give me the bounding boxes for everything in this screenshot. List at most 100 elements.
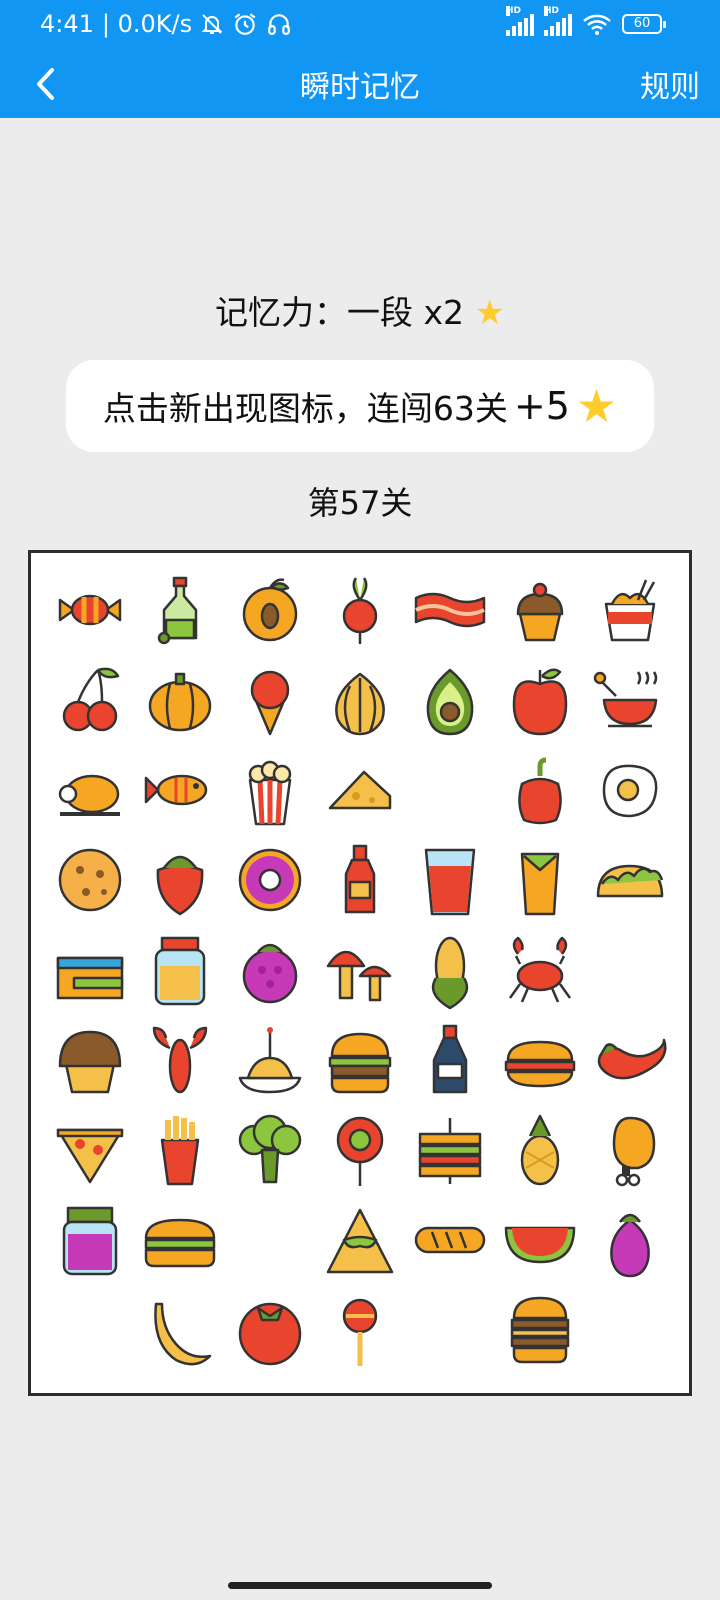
grid-cell-soy-sauce[interactable] <box>405 1015 495 1105</box>
grid-cell-cake-slice[interactable] <box>45 925 135 1015</box>
memory-label: 记忆力：一段 x2 <box>215 293 465 332</box>
grid-cell-chili-pepper[interactable] <box>585 1015 675 1105</box>
star-icon: ★ <box>474 293 505 333</box>
soy-sauce-icon <box>432 1024 468 1094</box>
cookie-icon <box>58 848 122 912</box>
pizza-slice-icon <box>56 1128 124 1184</box>
apricot-icon <box>242 578 298 642</box>
grid-cell-raspberry[interactable] <box>225 925 315 1015</box>
alarm-icon <box>234 13 256 35</box>
grid-cell-muffin[interactable] <box>45 1015 135 1105</box>
grid-cell-pizza-slice[interactable] <box>45 1105 135 1195</box>
fish-icon <box>144 774 208 806</box>
apple-icon <box>512 668 568 736</box>
grid-cell-strawberry[interactable] <box>135 835 225 925</box>
status-bar: 4:41 | 0.0K/s HD HD 60 <box>0 0 720 50</box>
memory-level: 记忆力：一段 x2 ★ <box>0 286 720 334</box>
candy-icon <box>58 594 122 626</box>
grid-cell-taco[interactable] <box>585 835 675 925</box>
grid-cell-apricot[interactable] <box>225 565 315 655</box>
tip-text: 点击新出现图标，连闯63关 <box>102 389 508 428</box>
grid-cell-noodles[interactable] <box>585 565 675 655</box>
grid-cell-empty[interactable] <box>585 1285 675 1375</box>
grid-cell-double-burger[interactable] <box>495 1285 585 1375</box>
grid-cell-empty[interactable] <box>225 1195 315 1285</box>
grid-cell-empty[interactable] <box>45 1285 135 1375</box>
lobster-icon <box>152 1026 208 1094</box>
tomato-icon <box>238 1302 302 1366</box>
avocado-icon <box>426 668 474 736</box>
grid-cell-nacho[interactable] <box>315 1195 405 1285</box>
grid-cell-watermelon[interactable] <box>495 1195 585 1285</box>
grid-cell-tomato[interactable] <box>225 1285 315 1375</box>
grid-cell-oil-bottle[interactable] <box>135 565 225 655</box>
french-fries-icon <box>160 1116 200 1186</box>
signal-icon: HD <box>506 6 534 36</box>
grid-cell-mushrooms[interactable] <box>315 925 405 1015</box>
grid-cell-avocado[interactable] <box>405 655 495 745</box>
grid-cell-radish[interactable] <box>315 565 405 655</box>
grid-cell-empty[interactable] <box>405 1285 495 1375</box>
grid-cell-candy[interactable] <box>45 565 135 655</box>
grid-cell-roast-chicken[interactable] <box>45 745 135 835</box>
grid-cell-baguette[interactable] <box>405 1195 495 1285</box>
grid-cell-spaghetti[interactable] <box>225 1015 315 1105</box>
grid-cell-hot-dog[interactable] <box>495 1015 585 1105</box>
status-right: HD HD 60 <box>506 6 666 36</box>
bell-pepper-icon <box>518 757 562 825</box>
grid-cell-cupcake[interactable] <box>495 565 585 655</box>
grid-cell-chicken-leg[interactable] <box>585 1105 675 1195</box>
grid-cell-jam-jar[interactable] <box>45 1195 135 1285</box>
taco-icon <box>596 864 664 898</box>
grid-cell-pumpkin[interactable] <box>135 655 225 745</box>
grid-cell-cheese[interactable] <box>315 745 405 835</box>
grid-cell-empty[interactable] <box>585 925 675 1015</box>
grid-cell-corn[interactable] <box>405 925 495 1015</box>
rules-button[interactable]: 规则 <box>640 62 700 106</box>
grid-cell-round-lollipop[interactable] <box>315 1285 405 1375</box>
corn-icon <box>431 936 469 1010</box>
grid-cell-empty[interactable] <box>405 745 495 835</box>
grid-cell-broccoli[interactable] <box>225 1105 315 1195</box>
roast-chicken-icon <box>58 774 120 816</box>
grid-cell-lollipop[interactable] <box>315 1105 405 1195</box>
grid-cell-french-fries[interactable] <box>135 1105 225 1195</box>
grid-cell-banana[interactable] <box>135 1285 225 1375</box>
grid-cell-pineapple[interactable] <box>495 1105 585 1195</box>
home-indicator[interactable] <box>228 1582 492 1589</box>
grid-cell-popcorn[interactable] <box>225 745 315 835</box>
grid-cell-cookie[interactable] <box>45 835 135 925</box>
grid-cell-burrito[interactable] <box>495 835 585 925</box>
grid-cell-juice-glass[interactable] <box>405 835 495 925</box>
grid-cell-burger[interactable] <box>315 1015 405 1105</box>
grid-cell-ketchup[interactable] <box>315 835 405 925</box>
grid-cell-honey-jar[interactable] <box>135 925 225 1015</box>
grid-cell-onion[interactable] <box>315 655 405 745</box>
ketchup-icon <box>344 844 376 914</box>
mushrooms-icon <box>326 950 392 1002</box>
popcorn-icon <box>248 760 292 826</box>
grid-cell-bell-pepper[interactable] <box>495 745 585 835</box>
grid-cell-sandwich[interactable] <box>405 1105 495 1195</box>
grid-cell-eggplant[interactable] <box>585 1195 675 1285</box>
grid-cell-crab[interactable] <box>495 925 585 1015</box>
network-speed: | 0.0K/s <box>101 10 193 38</box>
bonus-text: +5 <box>513 384 570 428</box>
grid-cell-lobster[interactable] <box>135 1015 225 1105</box>
level-indicator: 第57关 <box>307 484 413 522</box>
grid-cell-ice-cream-cone[interactable] <box>225 655 315 745</box>
grid-cell-apple[interactable] <box>495 655 585 745</box>
page-title: 瞬时记忆 <box>300 70 420 105</box>
grid-cell-cherries[interactable] <box>45 655 135 745</box>
grid-cell-soup-bowl[interactable] <box>585 655 675 745</box>
grid-cell-fried-egg[interactable] <box>585 745 675 835</box>
grid-cell-donut[interactable] <box>225 835 315 925</box>
grid-cell-sub-sandwich[interactable] <box>135 1195 225 1285</box>
lollipop-icon <box>336 1116 384 1186</box>
grid-cell-fish[interactable] <box>135 745 225 835</box>
round-lollipop-icon <box>342 1298 378 1366</box>
status-time: 4:41 <box>40 10 94 38</box>
wifi-icon <box>583 14 611 35</box>
grid-cell-bacon[interactable] <box>405 565 495 655</box>
fried-egg-icon <box>602 764 658 818</box>
